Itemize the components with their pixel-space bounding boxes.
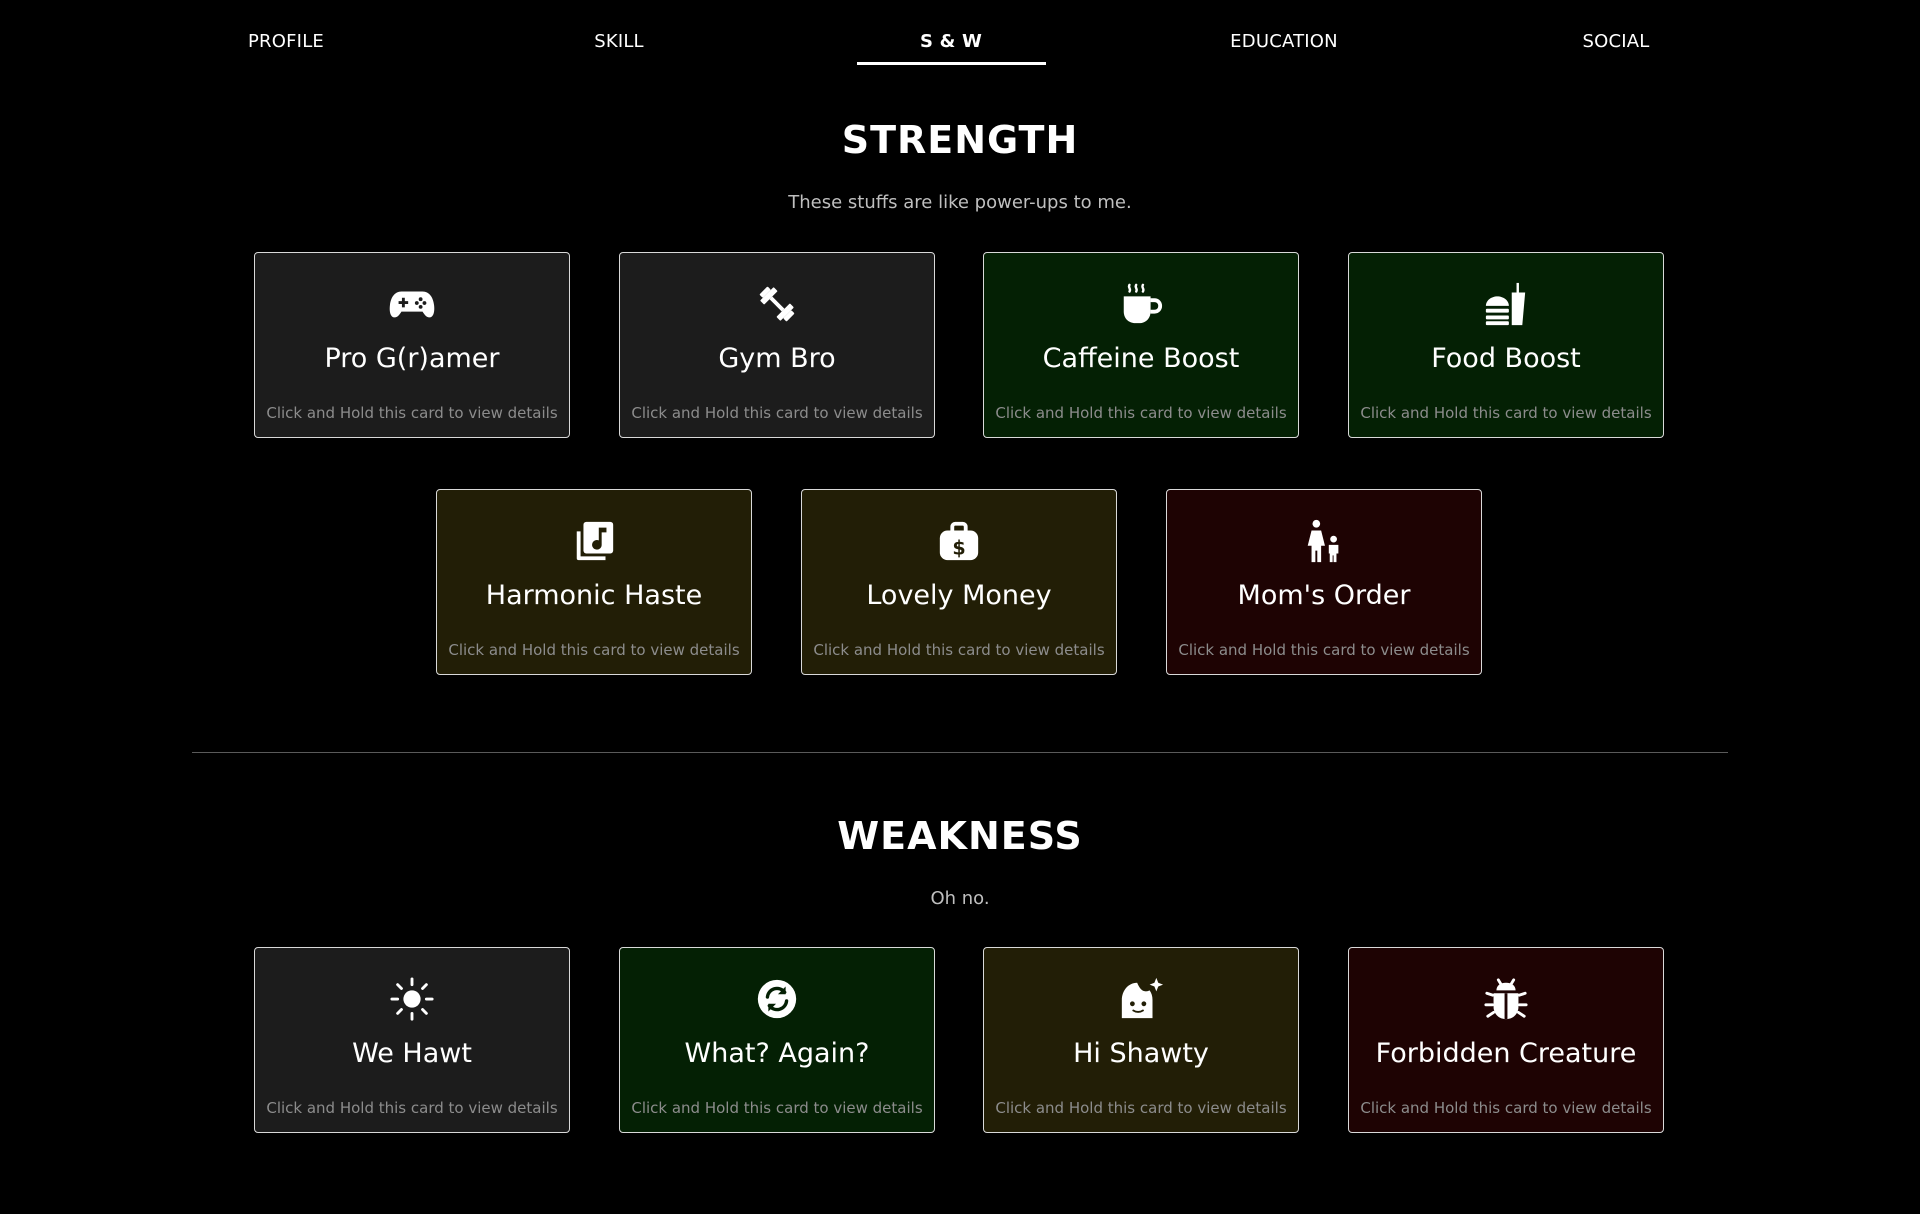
weakness-card-we-hawt[interactable]: We Hawt Click and Hold this card to view… — [254, 947, 570, 1133]
card-title: Gym Bro — [718, 343, 836, 374]
card-title: We Hawt — [352, 1038, 472, 1069]
weakness-subtitle: Oh no. — [930, 888, 990, 909]
music-album-icon — [571, 518, 617, 564]
card-hint: Click and Hold this card to view details — [631, 404, 923, 422]
card-hint: Click and Hold this card to view details — [266, 1099, 558, 1117]
card-title: Pro G(r)amer — [324, 343, 500, 374]
mug-hot-icon — [1118, 281, 1164, 327]
burger-drink-icon — [1483, 281, 1529, 327]
card-hint: Click and Hold this card to view details — [813, 641, 1105, 659]
strength-card-pro-gramer[interactable]: Pro G(r)amer Click and Hold this card to… — [254, 252, 570, 438]
face-sparkle-icon — [1118, 976, 1164, 1022]
dumbbell-icon — [754, 281, 800, 327]
card-hint: Click and Hold this card to view details — [1178, 641, 1470, 659]
money-bag-icon: $ — [936, 518, 982, 564]
card-hint: Click and Hold this card to view details — [995, 404, 1287, 422]
card-title: Hi Shawty — [1073, 1038, 1209, 1069]
card-hint: Click and Hold this card to view details — [631, 1099, 923, 1117]
card-title: Caffeine Boost — [1042, 343, 1240, 374]
svg-text:$: $ — [952, 536, 965, 559]
bug-icon — [1483, 976, 1529, 1022]
active-tab-indicator — [857, 62, 1046, 65]
section-divider — [192, 752, 1728, 753]
card-hint: Click and Hold this card to view details — [266, 404, 558, 422]
parent-child-icon — [1301, 518, 1347, 564]
card-title: Lovely Money — [866, 580, 1052, 611]
strength-card-caffeine-boost[interactable]: Caffeine Boost Click and Hold this card … — [983, 252, 1299, 438]
card-title: Forbidden Creature — [1375, 1038, 1637, 1069]
nav-tab-s-and-w[interactable]: S & W — [920, 0, 982, 66]
strength-card-harmonic-haste[interactable]: Harmonic Haste Click and Hold this card … — [436, 489, 752, 675]
strength-heading: STRENGTH — [841, 118, 1079, 162]
card-hint: Click and Hold this card to view details — [1360, 1099, 1652, 1117]
card-title: What? Again? — [684, 1038, 870, 1069]
card-title: Harmonic Haste — [485, 580, 703, 611]
gamepad-icon — [389, 281, 435, 327]
strength-card-gym-bro[interactable]: Gym Bro Click and Hold this card to view… — [619, 252, 935, 438]
strength-card-moms-order[interactable]: Mom's Order Click and Hold this card to … — [1166, 489, 1482, 675]
refresh-icon — [754, 976, 800, 1022]
card-title: Mom's Order — [1237, 580, 1411, 611]
weakness-card-what-again[interactable]: What? Again? Click and Hold this card to… — [619, 947, 935, 1133]
nav-tab-skill[interactable]: SKILL — [594, 0, 644, 66]
sun-icon — [389, 976, 435, 1022]
weakness-card-forbidden-creature[interactable]: Forbidden Creature Click and Hold this c… — [1348, 947, 1664, 1133]
strength-subtitle: These stuffs are like power-ups to me. — [788, 192, 1132, 213]
nav-tab-profile[interactable]: PROFILE — [248, 0, 324, 66]
nav-tab-social[interactable]: SOCIAL — [1582, 0, 1649, 66]
weakness-heading: WEAKNESS — [837, 814, 1083, 858]
card-hint: Click and Hold this card to view details — [995, 1099, 1287, 1117]
strength-card-lovely-money[interactable]: $ Lovely Money Click and Hold this card … — [801, 489, 1117, 675]
weakness-card-hi-shawty[interactable]: Hi Shawty Click and Hold this card to vi… — [983, 947, 1299, 1133]
card-title: Food Boost — [1431, 343, 1581, 374]
card-hint: Click and Hold this card to view details — [448, 641, 740, 659]
nav-tab-education[interactable]: EDUCATION — [1230, 0, 1338, 66]
card-hint: Click and Hold this card to view details — [1360, 404, 1652, 422]
top-navigation: PROFILE SKILL S & W EDUCATION SOCIAL — [0, 0, 1920, 70]
strength-card-food-boost[interactable]: Food Boost Click and Hold this card to v… — [1348, 252, 1664, 438]
